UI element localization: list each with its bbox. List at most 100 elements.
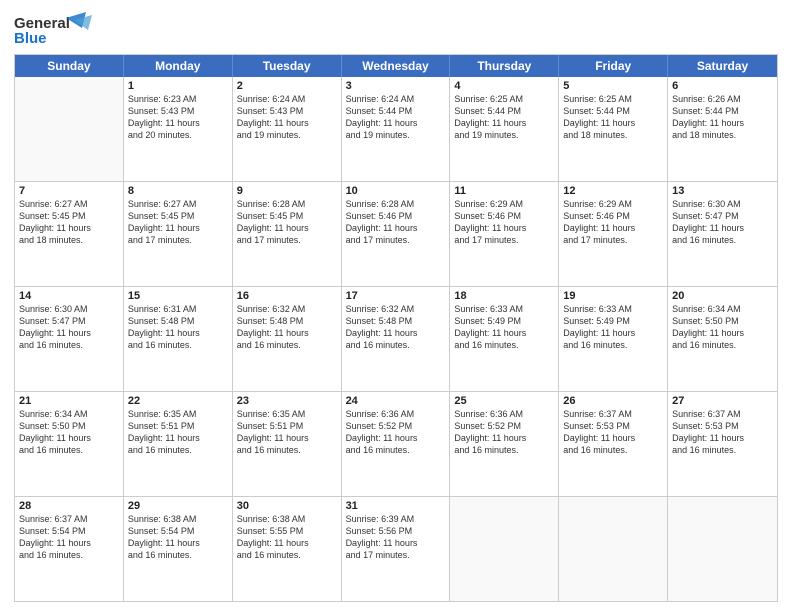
calendar-day-cell: 2Sunrise: 6:24 AM Sunset: 5:43 PM Daylig… (233, 77, 342, 181)
calendar-day-cell: 28Sunrise: 6:37 AM Sunset: 5:54 PM Dayli… (15, 497, 124, 601)
day-info: Sunrise: 6:32 AM Sunset: 5:48 PM Dayligh… (346, 303, 446, 352)
day-info: Sunrise: 6:36 AM Sunset: 5:52 PM Dayligh… (346, 408, 446, 457)
day-number: 4 (454, 80, 554, 92)
weekday-header: Thursday (450, 55, 559, 77)
calendar-day-cell: 14Sunrise: 6:30 AM Sunset: 5:47 PM Dayli… (15, 287, 124, 391)
weekday-header: Sunday (15, 55, 124, 77)
day-number: 29 (128, 500, 228, 512)
calendar-day-cell: 15Sunrise: 6:31 AM Sunset: 5:48 PM Dayli… (124, 287, 233, 391)
day-info: Sunrise: 6:33 AM Sunset: 5:49 PM Dayligh… (454, 303, 554, 352)
day-info: Sunrise: 6:28 AM Sunset: 5:45 PM Dayligh… (237, 198, 337, 247)
day-number: 10 (346, 185, 446, 197)
weekday-header: Saturday (668, 55, 777, 77)
calendar-empty-cell (668, 497, 777, 601)
calendar-day-cell: 11Sunrise: 6:29 AM Sunset: 5:46 PM Dayli… (450, 182, 559, 286)
page: General Blue SundayMondayTuesdayWednesda… (0, 0, 792, 612)
weekday-header: Monday (124, 55, 233, 77)
calendar-day-cell: 22Sunrise: 6:35 AM Sunset: 5:51 PM Dayli… (124, 392, 233, 496)
day-info: Sunrise: 6:27 AM Sunset: 5:45 PM Dayligh… (19, 198, 119, 247)
calendar-day-cell: 29Sunrise: 6:38 AM Sunset: 5:54 PM Dayli… (124, 497, 233, 601)
weekday-header: Tuesday (233, 55, 342, 77)
calendar-day-cell: 17Sunrise: 6:32 AM Sunset: 5:48 PM Dayli… (342, 287, 451, 391)
day-info: Sunrise: 6:39 AM Sunset: 5:56 PM Dayligh… (346, 513, 446, 562)
day-number: 1 (128, 80, 228, 92)
weekday-header: Wednesday (342, 55, 451, 77)
calendar-day-cell: 19Sunrise: 6:33 AM Sunset: 5:49 PM Dayli… (559, 287, 668, 391)
calendar-day-cell: 23Sunrise: 6:35 AM Sunset: 5:51 PM Dayli… (233, 392, 342, 496)
calendar-day-cell: 30Sunrise: 6:38 AM Sunset: 5:55 PM Dayli… (233, 497, 342, 601)
day-info: Sunrise: 6:37 AM Sunset: 5:53 PM Dayligh… (563, 408, 663, 457)
calendar-day-cell: 8Sunrise: 6:27 AM Sunset: 5:45 PM Daylig… (124, 182, 233, 286)
day-info: Sunrise: 6:34 AM Sunset: 5:50 PM Dayligh… (672, 303, 773, 352)
day-number: 12 (563, 185, 663, 197)
day-number: 30 (237, 500, 337, 512)
day-info: Sunrise: 6:28 AM Sunset: 5:46 PM Dayligh… (346, 198, 446, 247)
day-number: 8 (128, 185, 228, 197)
header: General Blue (14, 10, 778, 48)
day-info: Sunrise: 6:24 AM Sunset: 5:44 PM Dayligh… (346, 93, 446, 142)
day-number: 25 (454, 395, 554, 407)
day-info: Sunrise: 6:27 AM Sunset: 5:45 PM Dayligh… (128, 198, 228, 247)
svg-text:Blue: Blue (14, 30, 47, 47)
calendar-day-cell: 13Sunrise: 6:30 AM Sunset: 5:47 PM Dayli… (668, 182, 777, 286)
day-number: 21 (19, 395, 119, 407)
day-info: Sunrise: 6:32 AM Sunset: 5:48 PM Dayligh… (237, 303, 337, 352)
day-number: 17 (346, 290, 446, 302)
calendar-day-cell: 1Sunrise: 6:23 AM Sunset: 5:43 PM Daylig… (124, 77, 233, 181)
day-info: Sunrise: 6:31 AM Sunset: 5:48 PM Dayligh… (128, 303, 228, 352)
day-info: Sunrise: 6:26 AM Sunset: 5:44 PM Dayligh… (672, 93, 773, 142)
day-number: 11 (454, 185, 554, 197)
calendar-body: 1Sunrise: 6:23 AM Sunset: 5:43 PM Daylig… (15, 77, 777, 601)
day-info: Sunrise: 6:36 AM Sunset: 5:52 PM Dayligh… (454, 408, 554, 457)
calendar-day-cell: 25Sunrise: 6:36 AM Sunset: 5:52 PM Dayli… (450, 392, 559, 496)
calendar-empty-cell (559, 497, 668, 601)
calendar-day-cell: 20Sunrise: 6:34 AM Sunset: 5:50 PM Dayli… (668, 287, 777, 391)
calendar: SundayMondayTuesdayWednesdayThursdayFrid… (14, 54, 778, 602)
day-number: 15 (128, 290, 228, 302)
calendar-day-cell: 26Sunrise: 6:37 AM Sunset: 5:53 PM Dayli… (559, 392, 668, 496)
calendar-row: 28Sunrise: 6:37 AM Sunset: 5:54 PM Dayli… (15, 497, 777, 601)
day-number: 14 (19, 290, 119, 302)
day-number: 13 (672, 185, 773, 197)
calendar-day-cell: 24Sunrise: 6:36 AM Sunset: 5:52 PM Dayli… (342, 392, 451, 496)
day-number: 6 (672, 80, 773, 92)
logo-svg: General Blue (14, 10, 94, 48)
day-info: Sunrise: 6:29 AM Sunset: 5:46 PM Dayligh… (454, 198, 554, 247)
day-number: 20 (672, 290, 773, 302)
day-info: Sunrise: 6:25 AM Sunset: 5:44 PM Dayligh… (563, 93, 663, 142)
calendar-day-cell: 31Sunrise: 6:39 AM Sunset: 5:56 PM Dayli… (342, 497, 451, 601)
day-info: Sunrise: 6:29 AM Sunset: 5:46 PM Dayligh… (563, 198, 663, 247)
day-number: 5 (563, 80, 663, 92)
day-info: Sunrise: 6:25 AM Sunset: 5:44 PM Dayligh… (454, 93, 554, 142)
calendar-day-cell: 18Sunrise: 6:33 AM Sunset: 5:49 PM Dayli… (450, 287, 559, 391)
calendar-day-cell: 5Sunrise: 6:25 AM Sunset: 5:44 PM Daylig… (559, 77, 668, 181)
calendar-empty-cell (15, 77, 124, 181)
calendar-day-cell: 6Sunrise: 6:26 AM Sunset: 5:44 PM Daylig… (668, 77, 777, 181)
logo: General Blue (14, 10, 94, 48)
calendar-row: 1Sunrise: 6:23 AM Sunset: 5:43 PM Daylig… (15, 77, 777, 182)
day-info: Sunrise: 6:34 AM Sunset: 5:50 PM Dayligh… (19, 408, 119, 457)
day-number: 23 (237, 395, 337, 407)
day-number: 22 (128, 395, 228, 407)
calendar-day-cell: 16Sunrise: 6:32 AM Sunset: 5:48 PM Dayli… (233, 287, 342, 391)
day-info: Sunrise: 6:38 AM Sunset: 5:55 PM Dayligh… (237, 513, 337, 562)
day-info: Sunrise: 6:37 AM Sunset: 5:53 PM Dayligh… (672, 408, 773, 457)
calendar-day-cell: 9Sunrise: 6:28 AM Sunset: 5:45 PM Daylig… (233, 182, 342, 286)
day-number: 19 (563, 290, 663, 302)
day-number: 3 (346, 80, 446, 92)
day-info: Sunrise: 6:37 AM Sunset: 5:54 PM Dayligh… (19, 513, 119, 562)
calendar-row: 14Sunrise: 6:30 AM Sunset: 5:47 PM Dayli… (15, 287, 777, 392)
day-info: Sunrise: 6:23 AM Sunset: 5:43 PM Dayligh… (128, 93, 228, 142)
weekday-header: Friday (559, 55, 668, 77)
calendar-row: 21Sunrise: 6:34 AM Sunset: 5:50 PM Dayli… (15, 392, 777, 497)
day-info: Sunrise: 6:35 AM Sunset: 5:51 PM Dayligh… (237, 408, 337, 457)
day-number: 9 (237, 185, 337, 197)
calendar-day-cell: 3Sunrise: 6:24 AM Sunset: 5:44 PM Daylig… (342, 77, 451, 181)
day-number: 28 (19, 500, 119, 512)
calendar-row: 7Sunrise: 6:27 AM Sunset: 5:45 PM Daylig… (15, 182, 777, 287)
calendar-header: SundayMondayTuesdayWednesdayThursdayFrid… (15, 55, 777, 77)
day-number: 27 (672, 395, 773, 407)
day-number: 16 (237, 290, 337, 302)
calendar-day-cell: 27Sunrise: 6:37 AM Sunset: 5:53 PM Dayli… (668, 392, 777, 496)
day-info: Sunrise: 6:35 AM Sunset: 5:51 PM Dayligh… (128, 408, 228, 457)
